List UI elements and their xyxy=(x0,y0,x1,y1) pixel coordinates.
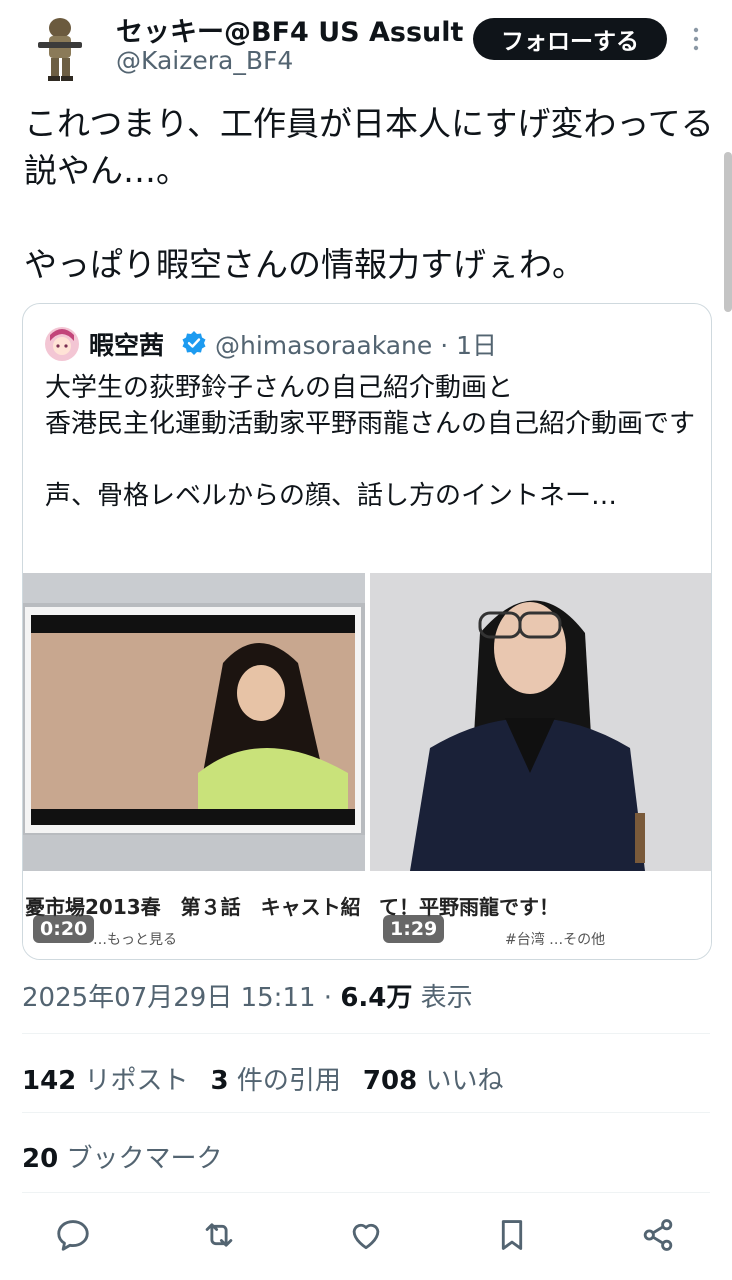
bookmark-icon[interactable] xyxy=(493,1216,531,1254)
quoted-text: 大学生の荻野鈴子さんの自己紹介動画と 香港民主化運動活動家平野雨龍さんの自己紹介… xyxy=(45,373,696,511)
likes-stat[interactable]: 708 いいね xyxy=(363,1066,504,1096)
reposts-label: リポスト xyxy=(76,1066,189,1096)
quotes-count: 3 xyxy=(210,1066,229,1096)
reposts-count: 142 xyxy=(22,1066,77,1096)
video-thumbnail-1[interactable] xyxy=(23,573,365,871)
author-display-name[interactable]: セッキー@BF4 US Assult xyxy=(116,10,463,49)
divider xyxy=(22,1033,710,1034)
like-icon[interactable] xyxy=(347,1216,385,1254)
tweet-meta: 2025年07月29日 15:11 · 6.4万 表示 xyxy=(22,977,473,1014)
scrollbar[interactable] xyxy=(724,152,732,312)
tweet-text: これつまり、工作員が日本人にすげ変わってる説やん…。 やっぱり暇空さんの情報力す… xyxy=(24,104,714,284)
video-1-subtitle: …もっと見る xyxy=(93,932,177,948)
reply-icon[interactable] xyxy=(54,1216,92,1254)
quoted-avatar[interactable] xyxy=(45,327,79,361)
video-2-subtitle: #台湾 …その他 xyxy=(505,932,606,948)
video-2-duration: 1:29 xyxy=(383,915,445,943)
verified-badge-icon xyxy=(181,330,207,356)
divider xyxy=(22,1112,710,1113)
bookmarks-count: 20 xyxy=(22,1144,59,1174)
likes-label: いいね xyxy=(417,1066,504,1096)
share-icon[interactable] xyxy=(639,1216,677,1254)
view-label: 表示 xyxy=(412,983,473,1013)
view-count: 6.4万 xyxy=(340,983,413,1013)
likes-count: 708 xyxy=(362,1066,418,1096)
quotes-stat[interactable]: 3 件の引用 xyxy=(211,1066,341,1096)
author-avatar[interactable] xyxy=(24,10,94,82)
video-thumbnail-2[interactable] xyxy=(370,573,711,871)
reposts-stat[interactable]: 142 リポスト xyxy=(22,1066,189,1096)
quoted-display-name[interactable]: 暇空茜 xyxy=(89,326,164,362)
quotes-label: 件の引用 xyxy=(228,1066,341,1096)
bookmarks-stat[interactable]: 20 ブックマーク xyxy=(22,1138,222,1175)
tweet-datetime[interactable]: 2025年07月29日 15:11 · xyxy=(22,983,340,1013)
quoted-handle-time: @himasoraakane · 1日 xyxy=(215,331,498,360)
quoted-tweet-card[interactable]: 暇空茜 @himasoraakane · 1日 大学生の荻野鈴子さんの自己紹介動… xyxy=(22,303,712,960)
follow-button[interactable]: フォローする xyxy=(473,18,667,60)
author-handle[interactable]: @Kaizera_BF4 xyxy=(116,46,293,75)
engagement-stats: 142 リポスト 3 件の引用 708 いいね xyxy=(22,1060,503,1097)
more-icon[interactable] xyxy=(688,22,704,58)
divider xyxy=(22,1192,710,1193)
repost-icon[interactable] xyxy=(200,1216,238,1254)
video-1-duration: 0:20 xyxy=(33,915,95,943)
bookmarks-label: ブックマーク xyxy=(58,1144,223,1174)
